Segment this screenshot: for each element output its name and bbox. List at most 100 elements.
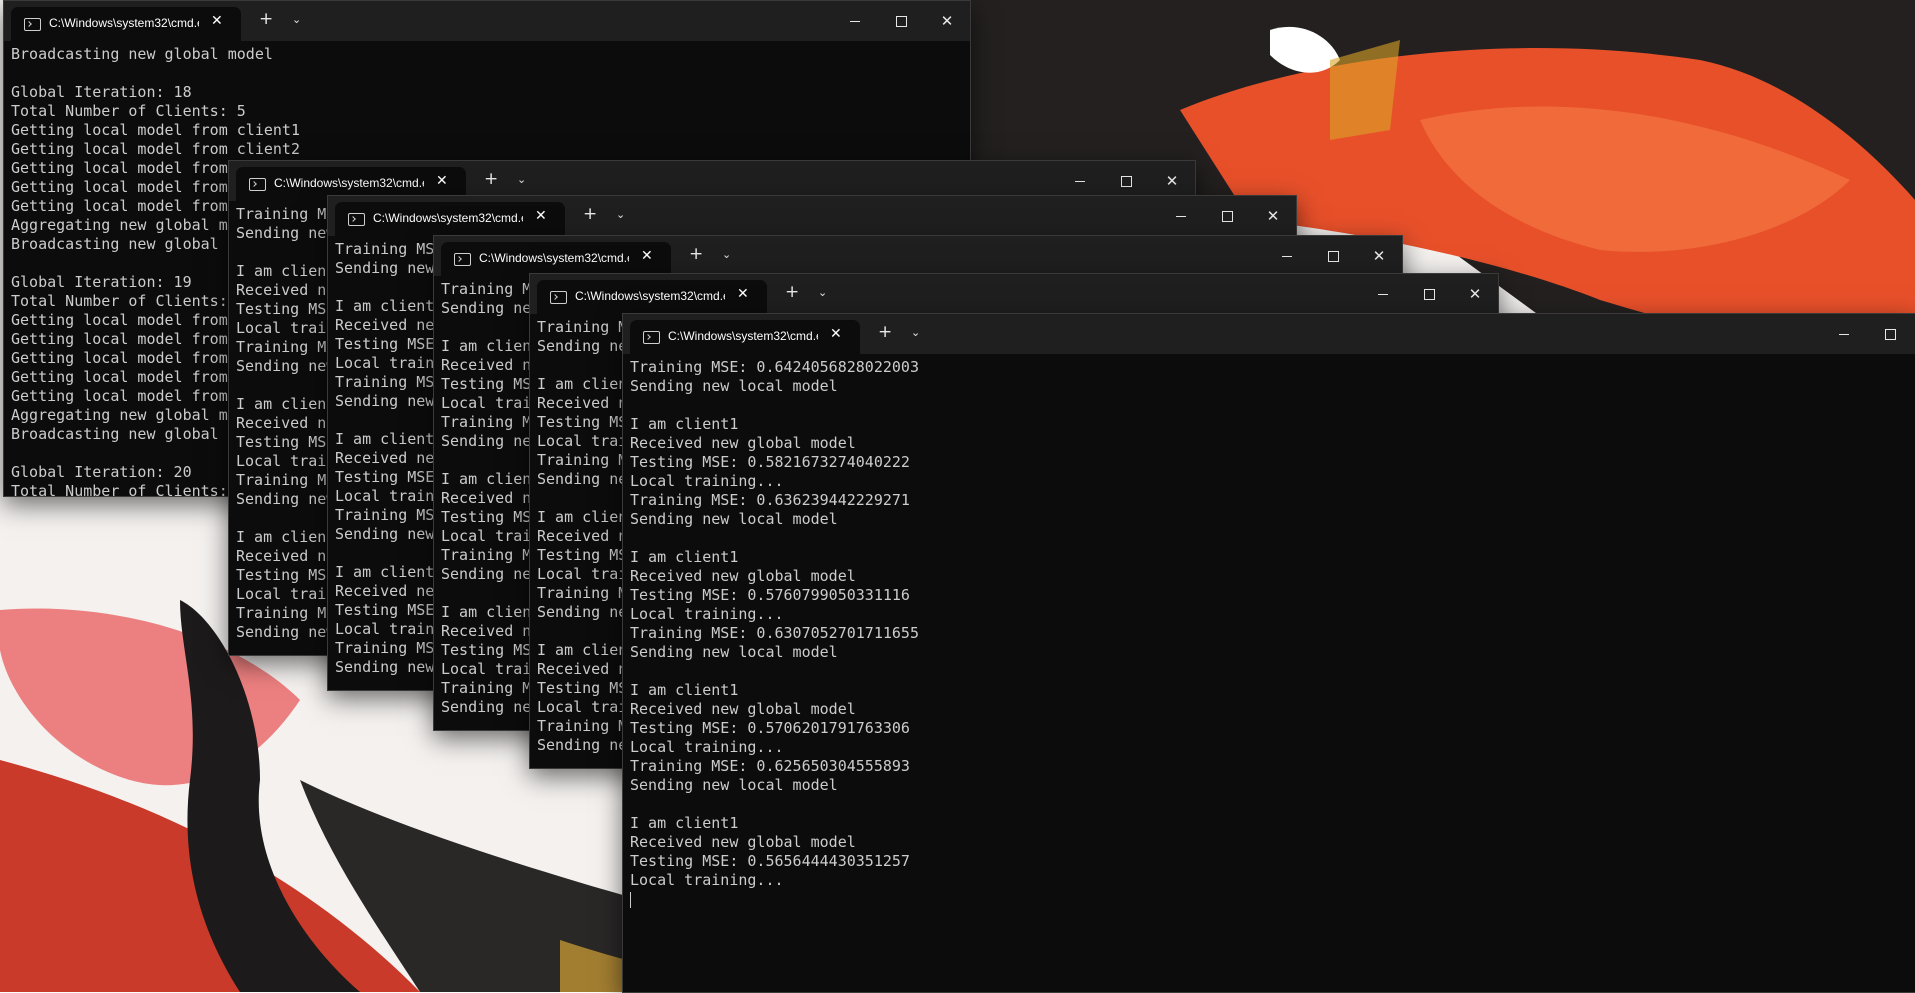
title-bar[interactable]: C:\Windows\system32\cmd.e: ✕ + ⌄ ✕ (434, 236, 1402, 276)
close-icon: ✕ (1372, 247, 1386, 265)
maximize-button[interactable] (1406, 274, 1452, 314)
console-line: Training MSE: 0.6307052701711655 (630, 624, 919, 642)
console-line: Local training... (630, 738, 784, 756)
console-line: Training MSE: 0.625650304555893 (630, 757, 910, 775)
tab-title: C:\Windows\system32\cmd.e: (373, 211, 523, 225)
minimize-button[interactable] (1360, 274, 1406, 314)
tab-title: C:\Windows\system32\cmd.e: (575, 289, 725, 303)
console-line: Global Iteration: 18 (11, 83, 192, 101)
console-line: Sending new local model (630, 643, 838, 661)
console-line: Received new global model (630, 700, 856, 718)
chevron-down-icon[interactable]: ⌄ (818, 286, 827, 299)
minimize-icon (1282, 255, 1292, 257)
chevron-down-icon[interactable]: ⌄ (517, 173, 526, 186)
cmd-tab[interactable]: C:\Windows\system32\cmd.e: ✕ (441, 242, 671, 276)
tab-title: C:\Windows\system32\cmd.e: (479, 251, 629, 265)
maximize-icon (895, 15, 907, 27)
console-line: Received new global model (630, 833, 856, 851)
console-line: Local training... (630, 871, 784, 889)
text-cursor (630, 891, 631, 908)
terminal-icon (550, 291, 567, 304)
console-line: I am client1 (630, 548, 739, 566)
maximize-icon (1221, 210, 1233, 222)
tab-title: C:\Windows\system32\cmd.e: (49, 16, 199, 30)
console-line: I am client1 (630, 681, 739, 699)
new-tab-icon[interactable]: + (259, 11, 273, 28)
new-tab-icon[interactable]: + (689, 246, 703, 263)
console-line: Local training... (630, 472, 784, 490)
console-line: Sending new local model (630, 377, 838, 395)
maximize-button[interactable] (1310, 236, 1356, 276)
cmd-tab[interactable]: C:\Windows\system32\cmd.e: ✕ (335, 202, 565, 236)
maximize-button[interactable] (1867, 314, 1913, 354)
close-tab-icon[interactable]: ✕ (737, 286, 749, 302)
console-cursor-line (630, 890, 1915, 909)
title-bar[interactable]: C:\Windows\system32\cmd.e: ✕ + ⌄ ✕ (530, 274, 1498, 314)
new-tab-icon[interactable]: + (484, 171, 498, 188)
close-tab-icon[interactable]: ✕ (211, 13, 223, 29)
console-line: Received new global model (630, 567, 856, 585)
close-icon: ✕ (940, 12, 954, 30)
tab-title: C:\Windows\system32\cmd.e: (668, 329, 818, 343)
close-icon: ✕ (1165, 172, 1179, 190)
minimize-icon (850, 20, 860, 22)
minimize-icon (1839, 333, 1849, 335)
close-tab-icon[interactable]: ✕ (535, 208, 547, 224)
chevron-down-icon[interactable]: ⌄ (722, 248, 731, 261)
new-tab-icon[interactable]: + (583, 206, 597, 223)
console-line: Getting local model from client1 (11, 121, 300, 139)
close-window-button[interactable]: ✕ (1452, 274, 1498, 314)
close-window-button[interactable]: ✕ (1356, 236, 1402, 276)
cmd-tab[interactable]: C:\Windows\system32\cmd.e: ✕ (537, 280, 767, 314)
close-icon: ✕ (1266, 207, 1280, 225)
minimize-button[interactable] (1821, 314, 1867, 354)
minimize-icon (1075, 180, 1085, 182)
console-line: Broadcasting new global model (11, 45, 273, 63)
new-tab-icon[interactable]: + (785, 284, 799, 301)
console-line: Local training... (630, 605, 784, 623)
cmd-tab[interactable]: C:\Windows\system32\cmd.e: ✕ (630, 320, 860, 354)
maximize-icon (1884, 328, 1896, 340)
console-output[interactable]: Training MSE: 0.6424056828022003 Sending … (623, 354, 1915, 992)
tab-title: C:\Windows\system32\cmd.e: (274, 176, 424, 190)
title-bar[interactable]: C:\Windows\system32\cmd.e: ✕ + ⌄ ✕ (4, 1, 970, 41)
console-line: Testing MSE: 0.5656444430351257 (630, 852, 910, 870)
new-tab-icon[interactable]: + (878, 324, 892, 341)
maximize-button[interactable] (1204, 196, 1250, 236)
minimize-icon (1378, 293, 1388, 295)
terminal-icon (454, 253, 471, 266)
terminal-icon (249, 178, 266, 191)
terminal-icon (643, 331, 660, 344)
title-bar[interactable]: C:\Windows\system32\cmd.e: ✕ + ⌄ (623, 314, 1915, 354)
minimize-button[interactable] (1158, 196, 1204, 236)
terminal-icon (24, 18, 41, 31)
minimize-button[interactable] (1264, 236, 1310, 276)
close-tab-icon[interactable]: ✕ (436, 173, 448, 189)
chevron-down-icon[interactable]: ⌄ (911, 326, 920, 339)
chevron-down-icon[interactable]: ⌄ (616, 208, 625, 221)
console-line: I am client1 (630, 814, 739, 832)
chevron-down-icon[interactable]: ⌄ (292, 13, 301, 26)
close-tab-icon[interactable]: ✕ (830, 326, 842, 342)
maximize-icon (1423, 288, 1435, 300)
console-line: Testing MSE: 0.5821673274040222 (630, 453, 910, 471)
close-window-button[interactable]: ✕ (1250, 196, 1296, 236)
console-line: Training MSE: 0.636239442229271 (630, 491, 910, 509)
maximize-button[interactable] (878, 1, 924, 41)
cmd-tab[interactable]: C:\Windows\system32\cmd.e: ✕ (11, 7, 241, 41)
minimize-button[interactable] (832, 1, 878, 41)
console-line: Sending new local model (630, 776, 838, 794)
client1-window: C:\Windows\system32\cmd.e: ✕ + ⌄ Trainin… (622, 313, 1915, 993)
console-line: Testing MSE: 0.5760799050331116 (630, 586, 910, 604)
title-bar[interactable]: C:\Windows\system32\cmd.e: ✕ + ⌄ ✕ (328, 196, 1296, 236)
console-line: Getting local model from client2 (11, 140, 300, 158)
console-line: Total Number of Clients: 5 (11, 102, 246, 120)
close-tab-icon[interactable]: ✕ (641, 248, 653, 264)
maximize-icon (1327, 250, 1339, 262)
console-line: Sending new local model (630, 510, 838, 528)
close-window-button[interactable]: ✕ (924, 1, 970, 41)
